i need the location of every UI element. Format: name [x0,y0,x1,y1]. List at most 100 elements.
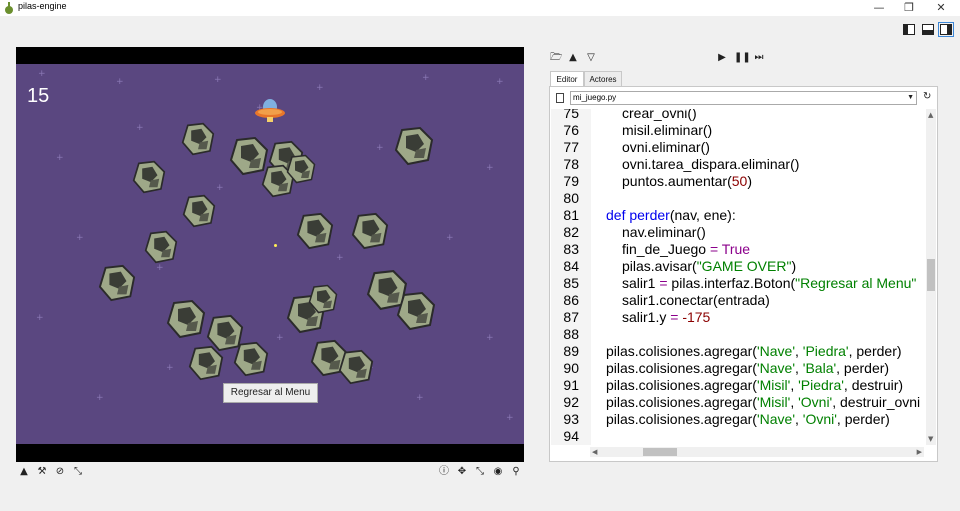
code-token: pilas.colisiones.agregar( [606,394,757,410]
export-icon[interactable]: ▽ [585,52,597,64]
asteroid [394,126,434,166]
code-token: pilas.colisiones.agregar( [606,377,757,393]
scroll-left-icon[interactable]: ◀ [592,448,597,456]
layout-right-icon[interactable] [938,22,954,37]
minimize-button[interactable]: — [864,0,894,16]
code-line: pilas.colisiones.agregar('Misil', 'Ovni'… [606,394,920,411]
pause-icon[interactable]: ❚❚ [734,52,751,64]
code-editor[interactable]: 75 76 77 78 79 80 81 82 83 84 85 86 87 88 89 90 91 92 93 94… [551,109,924,445]
code-token: fin_de_Juego [622,241,710,257]
code-token: , [795,343,803,359]
code-token: = [659,275,668,291]
game-canvas[interactable]: ++++++++++++++++++++++++ 15 Regresar al … [16,64,524,444]
line-number: 87 [563,309,579,325]
horizontal-scroll-thumb[interactable] [643,448,677,456]
line-number: 84 [563,258,579,274]
line-number: 92 [563,394,579,410]
star: + [486,163,494,173]
code-line: crear_ovni() [622,109,697,122]
code-token: 'Piedra' [802,343,849,359]
file-select[interactable]: mi_juego.py ▼ [570,91,917,105]
pin-icon[interactable]: ⚲ [510,466,522,478]
layout-left-icon[interactable] [903,24,915,35]
code-token: ovni.eliminar() [622,139,710,155]
tab-actores[interactable]: Actores [584,71,622,87]
code-line: pilas.colisiones.agregar('Nave', 'Ovni',… [606,411,890,428]
horizontal-scrollbar[interactable]: ◀ ▶ [590,447,924,457]
globe-icon[interactable]: ◉ [492,466,504,478]
terminal-icon[interactable]: ▲ [18,466,30,478]
expand-icon[interactable]: ⤡ [72,466,84,478]
code-token: , perder) [836,411,890,427]
line-number-gutter: 75 76 77 78 79 80 81 82 83 84 85 86 87 88 89 90 91 92 93 94… [551,109,591,445]
scroll-up-icon[interactable]: ▲ [928,111,933,119]
star: + [496,77,504,87]
code-token: crear_ovni() [622,109,697,121]
code-line: pilas.colisiones.agregar('Nave', 'Bala',… [606,360,889,377]
ufo-sprite [255,99,285,122]
asteroid [338,349,374,385]
wrench-icon[interactable]: ⚒ [36,466,48,478]
game-toolbar: ▲ ⚒ ⊘ ⤡ ⓘ ✥ ⤡ ◉ ⚲ [16,466,524,480]
star: + [446,233,454,243]
asteroid [181,122,215,156]
star: + [422,73,430,83]
asteroid [144,230,178,264]
scroll-down-icon[interactable]: ▼ [928,435,933,443]
code-line: ovni.eliminar() [622,139,710,156]
vertical-scroll-thumb[interactable] [927,259,935,291]
step-icon[interactable]: ⏭ [753,52,765,64]
line-number: 85 [563,275,579,291]
move-icon[interactable]: ✥ [456,466,468,478]
close-button[interactable]: ✕ [926,0,956,16]
line-number: 90 [563,360,579,376]
line-number: 80 [563,190,579,206]
chevron-down-icon: ▼ [907,94,914,101]
file-select-value: mi_juego.py [573,93,617,102]
tab-editor[interactable]: Editor [550,71,584,87]
code-token: , [790,394,799,410]
game-frame: ++++++++++++++++++++++++ 15 Regresar al … [16,47,524,462]
star: + [96,393,104,403]
line-number: 83 [563,241,579,257]
asteroid [286,154,316,184]
code-token: , destruir_ovni [832,394,921,410]
reload-icon[interactable]: ↻ [923,92,933,102]
play-icon[interactable]: ▶ [716,52,728,64]
open-folder-icon[interactable]: 🗁 [550,52,562,64]
info-icon[interactable]: ⓘ [438,466,450,478]
maximize-button[interactable]: ❐ [894,0,924,16]
star: + [38,69,46,79]
resize-icon[interactable]: ⤡ [474,466,486,478]
code-token: salir1 [622,275,660,291]
line-number: 91 [563,377,579,393]
code-line: salir1.conectar(entrada) [622,292,770,309]
layout-bottom-icon[interactable] [922,24,934,35]
line-number: 81 [563,207,579,223]
asteroid [132,160,166,194]
window-title: pilas-engine [18,1,67,11]
star: + [136,123,144,133]
back-to-menu-button[interactable]: Regresar al Menu [223,383,318,403]
save-icon[interactable]: ▲ [567,52,579,64]
line-number: 89 [563,343,579,359]
scroll-right-icon[interactable]: ▶ [917,448,922,456]
code-token: , [795,411,803,427]
code-token: pilas.colisiones.agregar( [606,343,757,359]
code-token: ) [747,173,752,189]
asteroid [182,194,216,228]
code-line: fin_de_Juego = True [622,241,750,258]
code-line: salir1.y = -175 [622,309,710,326]
title-bar: pilas-engine — ❐ ✕ [0,0,960,16]
code-token: 'Nave' [756,360,795,376]
block-icon[interactable]: ⊘ [54,466,66,478]
line-number: 76 [563,122,579,138]
score-display: 15 [27,85,50,107]
line-number: 94 [563,428,579,444]
vertical-scrollbar[interactable]: ▲ ▼ [926,109,936,445]
code-token: pilas.colisiones.agregar( [606,411,757,427]
code-line: pilas.colisiones.agregar('Misil', 'Piedr… [606,377,903,394]
app-icon [5,2,13,14]
code-token: , destruir) [843,377,904,393]
code-token: , perder) [836,360,890,376]
